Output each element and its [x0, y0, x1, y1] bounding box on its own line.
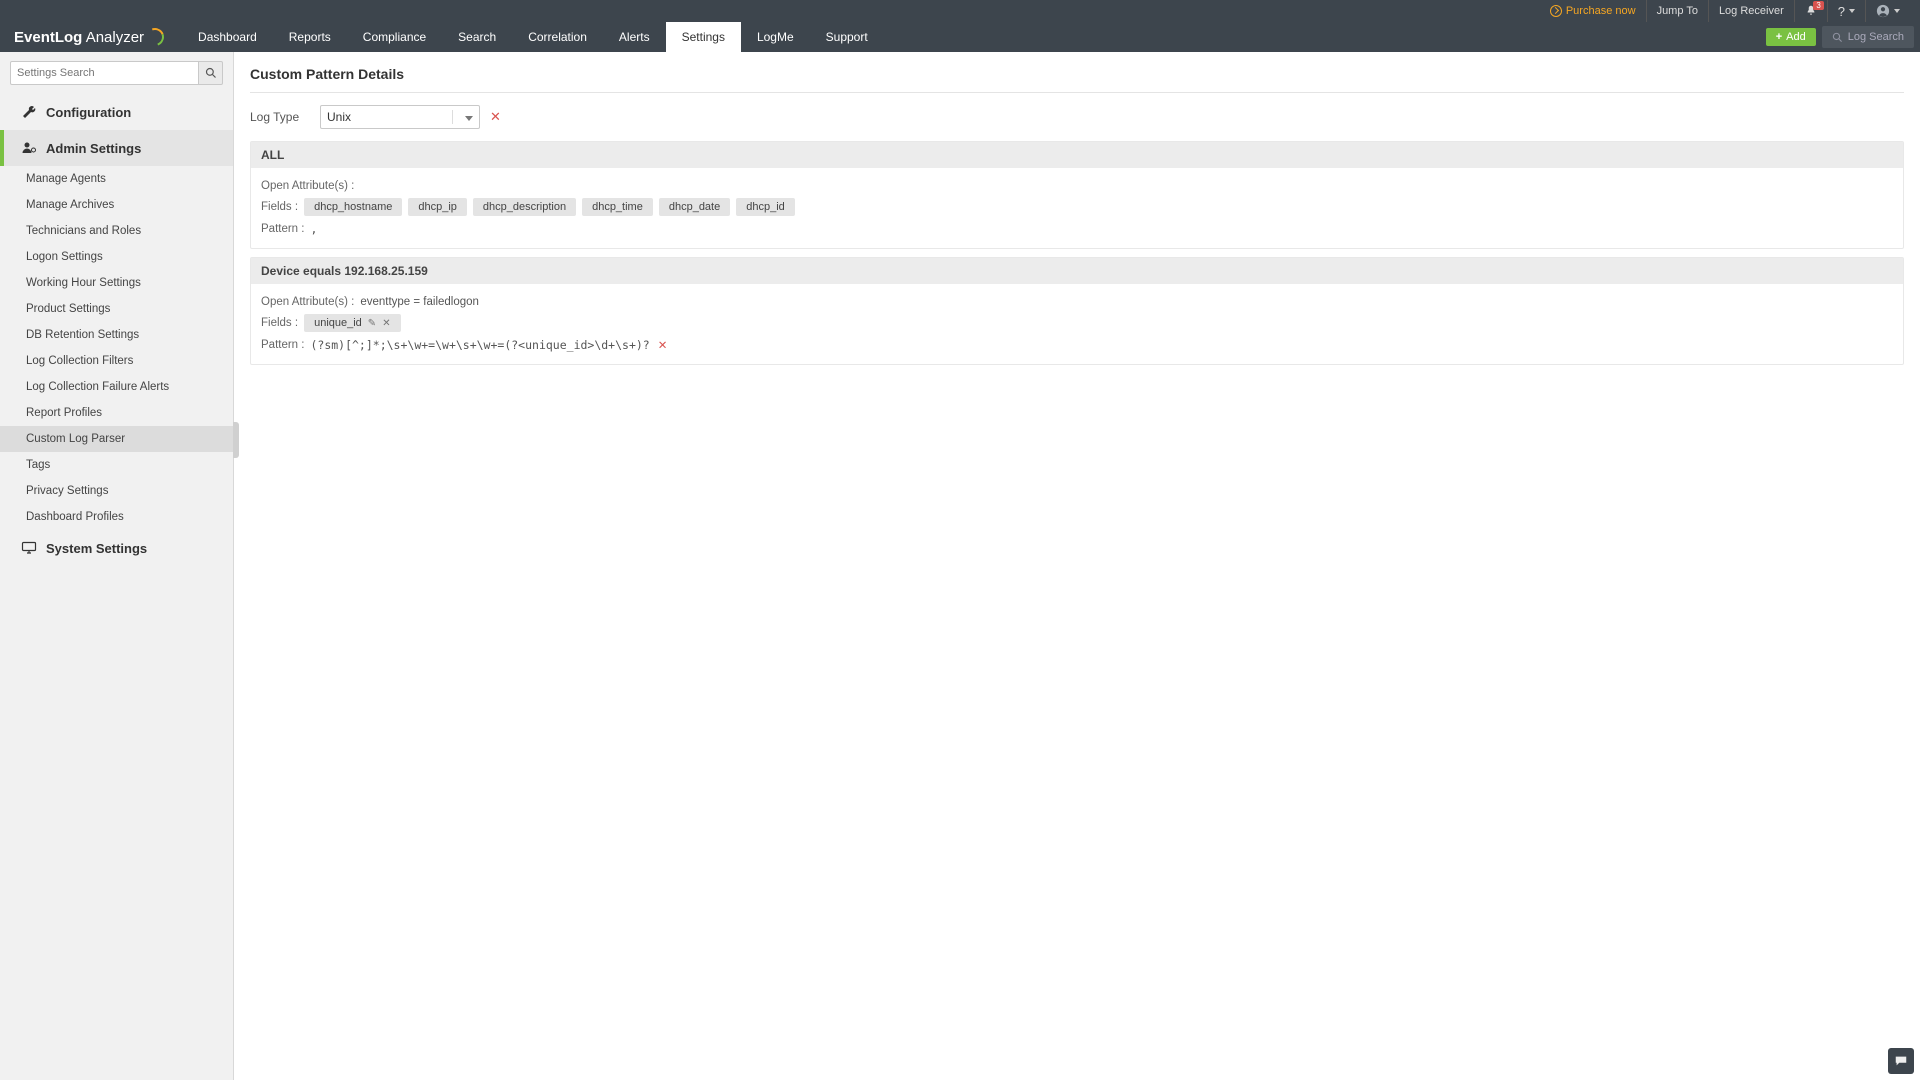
- sidebar-section-admin[interactable]: Admin Settings: [0, 130, 233, 166]
- log-search-button[interactable]: Log Search: [1822, 26, 1914, 48]
- field-chip[interactable]: dhcp_time: [582, 198, 653, 216]
- chevron-down-icon: [1849, 9, 1855, 13]
- log-type-label: Log Type: [250, 110, 320, 124]
- monitor-icon: [20, 540, 38, 556]
- sidebar-section-configuration[interactable]: Configuration: [0, 94, 233, 130]
- field-chip-label: dhcp_id: [746, 201, 785, 213]
- field-chip-label: dhcp_hostname: [314, 201, 392, 213]
- log-type-row: Log Type Unix ✕: [250, 105, 1904, 129]
- log-type-clear[interactable]: ✕: [490, 109, 501, 125]
- field-chip-label: dhcp_ip: [418, 201, 457, 213]
- sidebar-item-dashboard-profiles[interactable]: Dashboard Profiles: [0, 504, 233, 530]
- log-type-select[interactable]: Unix: [320, 105, 480, 129]
- feedback-button[interactable]: [1888, 1048, 1914, 1074]
- notif-badge: 3: [1813, 1, 1823, 10]
- page-title: Custom Pattern Details: [250, 66, 1904, 93]
- product-logo: EventLog Analyzer: [0, 22, 182, 52]
- pattern-group-body: Open Attribute(s) : eventtype = failedlog…: [251, 284, 1903, 364]
- open-attr-label: Open Attribute(s) :: [261, 296, 354, 308]
- sidebar-item-tags[interactable]: Tags: [0, 452, 233, 478]
- nav-tab-compliance[interactable]: Compliance: [347, 22, 442, 52]
- search-icon: [205, 67, 217, 79]
- pattern-value: (?sm)[^;]*;\s+\w+=\w+\s+\w+=(?<unique_id…: [310, 338, 649, 352]
- user-menu[interactable]: [1866, 0, 1910, 22]
- sidebar-item-log-collection-filters[interactable]: Log Collection Filters: [0, 348, 233, 374]
- plus-icon: +: [1776, 31, 1782, 43]
- nav-tab-alerts[interactable]: Alerts: [603, 22, 666, 52]
- pattern-label: Pattern :: [261, 339, 304, 351]
- field-chip[interactable]: dhcp_date: [659, 198, 730, 216]
- field-chip[interactable]: dhcp_description: [473, 198, 576, 216]
- help-icon: ?: [1838, 4, 1845, 19]
- nav-tab-support[interactable]: Support: [810, 22, 884, 52]
- nav-tabs: DashboardReportsComplianceSearchCorrelat…: [182, 22, 884, 52]
- nav-tab-reports[interactable]: Reports: [273, 22, 347, 52]
- pattern-group-header: Device equals 192.168.25.159: [251, 258, 1903, 284]
- purchase-link[interactable]: Purchase now: [1540, 0, 1647, 22]
- nav-tab-search[interactable]: Search: [442, 22, 512, 52]
- open-attr-label: Open Attribute(s) :: [261, 180, 354, 192]
- search-icon: [1832, 32, 1843, 43]
- content-area: Custom Pattern Details Log Type Unix ✕ A…: [234, 52, 1920, 1080]
- nav-tab-dashboard[interactable]: Dashboard: [182, 22, 273, 52]
- field-chip-label: dhcp_date: [669, 201, 720, 213]
- nav-tab-correlation[interactable]: Correlation: [512, 22, 603, 52]
- nav-tab-settings[interactable]: Settings: [666, 22, 741, 52]
- sidebar-search: [0, 52, 233, 94]
- user-gear-icon: [20, 140, 38, 156]
- field-chip[interactable]: dhcp_id: [736, 198, 795, 216]
- settings-sidebar: Configuration Admin Settings Manage Agen…: [0, 52, 234, 1080]
- main-navbar: EventLog Analyzer DashboardReportsCompli…: [0, 22, 1920, 52]
- fields-label: Fields :: [261, 201, 298, 213]
- sidebar-item-manage-archives[interactable]: Manage Archives: [0, 192, 233, 218]
- logo-arc-icon: [143, 25, 167, 49]
- pattern-delete[interactable]: ✕: [658, 338, 668, 352]
- notifications-button[interactable]: 3: [1795, 0, 1828, 22]
- sidebar-collapse-handle[interactable]: [233, 422, 239, 458]
- open-attr-value: eventtype = failedlogon: [360, 296, 479, 308]
- user-icon: [1876, 4, 1890, 18]
- nav-tab-logme[interactable]: LogMe: [741, 22, 810, 52]
- sidebar-item-privacy-settings[interactable]: Privacy Settings: [0, 478, 233, 504]
- sidebar-admin-items: Manage AgentsManage ArchivesTechnicians …: [0, 166, 233, 530]
- sidebar-search-button[interactable]: [199, 61, 223, 85]
- chevron-down-icon: [465, 116, 473, 121]
- log-type-value: Unix: [327, 110, 351, 124]
- pattern-group-body: Open Attribute(s) : Fields : dhcp_hostname…: [251, 168, 1903, 248]
- utility-bar: Purchase now Jump To Log Receiver 3 ?: [0, 0, 1920, 22]
- sidebar-item-technicians-and-roles[interactable]: Technicians and Roles: [0, 218, 233, 244]
- field-chip[interactable]: unique_id ✎ ✕: [304, 314, 401, 332]
- pattern-value: ,: [310, 222, 317, 236]
- sidebar-section-system[interactable]: System Settings: [0, 530, 233, 566]
- field-chip-label: unique_id: [314, 317, 362, 329]
- sidebar-item-report-profiles[interactable]: Report Profiles: [0, 400, 233, 426]
- pattern-group: Device equals 192.168.25.159Open Attribu…: [250, 257, 1904, 365]
- sidebar-item-working-hour-settings[interactable]: Working Hour Settings: [0, 270, 233, 296]
- log-receiver-link[interactable]: Log Receiver: [1709, 0, 1795, 22]
- sidebar-search-input[interactable]: [10, 61, 199, 85]
- add-button[interactable]: +Add: [1766, 28, 1816, 46]
- close-icon[interactable]: ✕: [382, 318, 390, 329]
- wrench-icon: [20, 104, 38, 120]
- pattern-group-header: ALL: [251, 142, 1903, 168]
- help-menu[interactable]: ?: [1828, 0, 1866, 22]
- pattern-group: ALL Open Attribute(s) : Fields : dhcp_hostn…: [250, 141, 1904, 249]
- field-chip[interactable]: dhcp_hostname: [304, 198, 402, 216]
- chevron-down-icon: [1894, 9, 1900, 13]
- pencil-icon[interactable]: ✎: [368, 318, 376, 329]
- sidebar-item-logon-settings[interactable]: Logon Settings: [0, 244, 233, 270]
- cart-icon: [1550, 5, 1562, 17]
- jump-to-link[interactable]: Jump To: [1647, 0, 1709, 22]
- field-chip[interactable]: dhcp_ip: [408, 198, 467, 216]
- sidebar-item-db-retention-settings[interactable]: DB Retention Settings: [0, 322, 233, 348]
- field-chip-label: dhcp_description: [483, 201, 566, 213]
- sidebar-item-log-collection-failure-alerts[interactable]: Log Collection Failure Alerts: [0, 374, 233, 400]
- sidebar-item-manage-agents[interactable]: Manage Agents: [0, 166, 233, 192]
- fields-label: Fields :: [261, 317, 298, 329]
- sidebar-item-custom-log-parser[interactable]: Custom Log Parser: [0, 426, 233, 452]
- field-chip-label: dhcp_time: [592, 201, 643, 213]
- pattern-label: Pattern :: [261, 223, 304, 235]
- sidebar-item-product-settings[interactable]: Product Settings: [0, 296, 233, 322]
- chat-icon: [1894, 1054, 1908, 1068]
